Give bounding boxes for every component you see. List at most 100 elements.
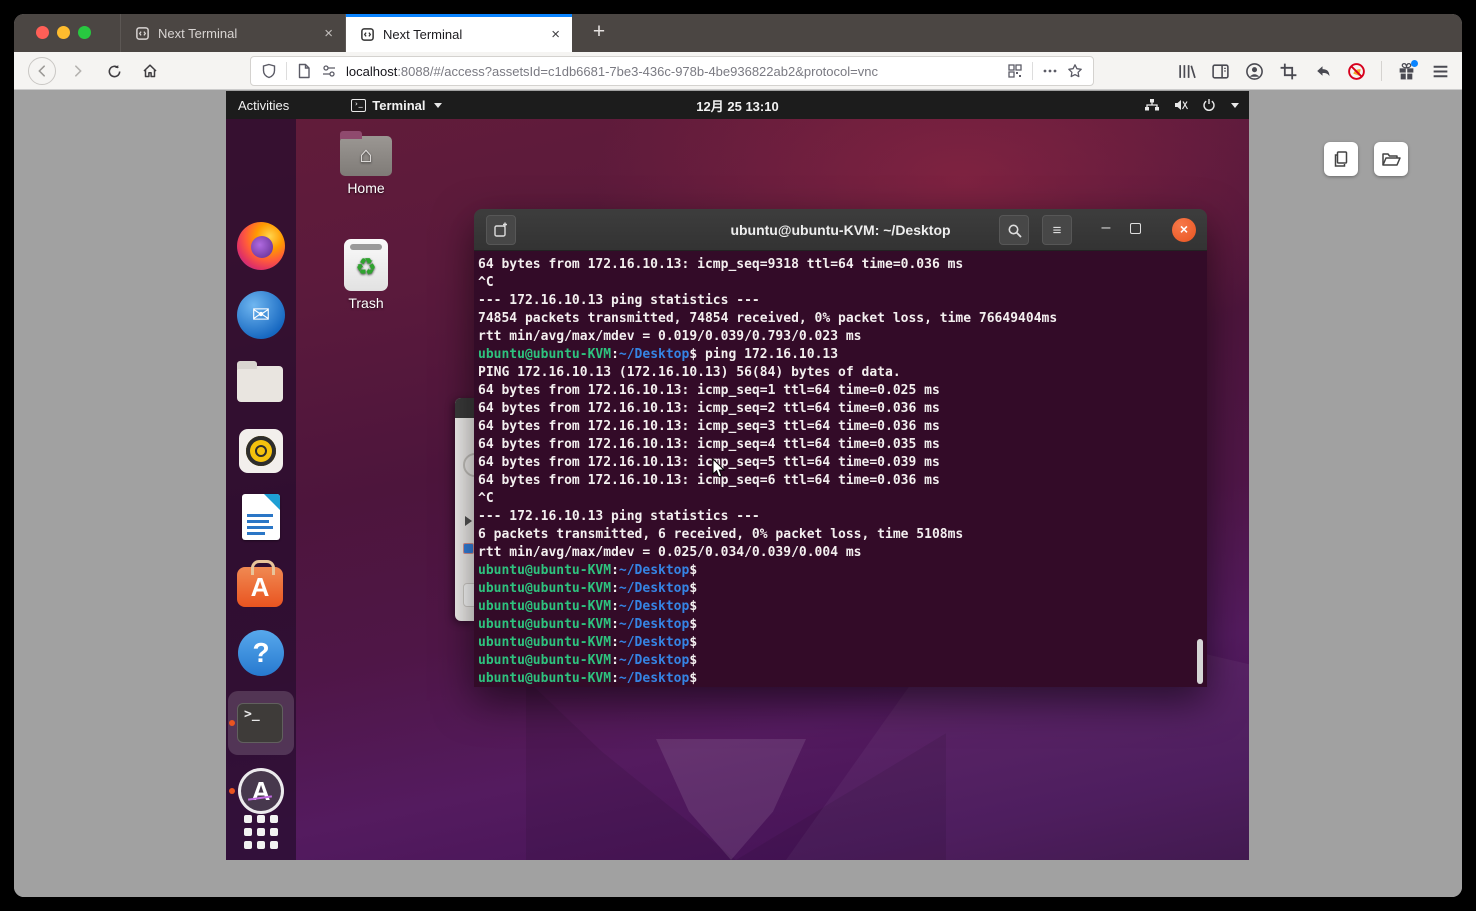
dock-item-app-grid[interactable] bbox=[244, 815, 292, 860]
ubuntu-software-icon: A bbox=[237, 567, 283, 607]
terminal-line: 64 bytes from 172.16.10.13: icmp_seq=5 t… bbox=[478, 454, 1201, 472]
rhythmbox-icon bbox=[239, 429, 283, 473]
gnome-top-bar: Activities ›_ Terminal 12月 25 13:10 bbox=[226, 91, 1249, 119]
activities-button[interactable]: Activities bbox=[238, 98, 289, 113]
dock-item-terminal[interactable]: >_ bbox=[237, 699, 285, 747]
toolbar-right-icons bbox=[1177, 57, 1450, 85]
terminal-line: ubuntu@ubuntu-KVM:~/Desktop$ bbox=[478, 580, 1201, 598]
background-window[interactable] bbox=[455, 398, 475, 621]
desktop-icon-home[interactable]: Home bbox=[324, 136, 408, 196]
file-manager-button[interactable] bbox=[1374, 142, 1408, 176]
thunderbird-icon: ✉ bbox=[237, 291, 285, 339]
desktop-icon-label: Home bbox=[324, 180, 408, 196]
back-button[interactable] bbox=[28, 57, 56, 85]
menu-icon[interactable] bbox=[1431, 62, 1450, 81]
sidebar-icon[interactable] bbox=[1211, 62, 1230, 81]
dock-item-ubuntu-software[interactable]: A bbox=[237, 561, 285, 609]
running-indicator-dot bbox=[229, 720, 235, 726]
small-blue-icon bbox=[463, 543, 474, 554]
terminal-line: ^C bbox=[478, 274, 1201, 292]
zoom-window-button[interactable] bbox=[78, 26, 91, 39]
tab-close-icon[interactable]: × bbox=[322, 25, 335, 42]
terminal-line: ubuntu@ubuntu-KVM:~/Desktop$ bbox=[478, 652, 1201, 670]
terminal-line: ubuntu@ubuntu-KVM:~/Desktop$ bbox=[478, 616, 1201, 634]
system-status-area[interactable] bbox=[1144, 98, 1239, 112]
undo-icon[interactable] bbox=[1313, 62, 1332, 81]
terminal-line: rtt min/avg/max/mdev = 0.025/0.034/0.039… bbox=[478, 544, 1201, 562]
url-host: localhost bbox=[346, 64, 397, 79]
terminal-line: rtt min/avg/max/mdev = 0.019/0.039/0.793… bbox=[478, 328, 1201, 346]
libreoffice-writer-icon bbox=[242, 494, 280, 540]
tab-strip: Next Terminal × Next Terminal × + bbox=[14, 14, 1462, 52]
terminal-search-button[interactable] bbox=[999, 215, 1029, 245]
minimize-window-button[interactable] bbox=[57, 26, 70, 39]
divider bbox=[1032, 62, 1033, 80]
reload-button[interactable] bbox=[100, 57, 128, 85]
terminal-line: 64 bytes from 172.16.10.13: icmp_seq=3 t… bbox=[478, 418, 1201, 436]
permissions-icon[interactable] bbox=[321, 63, 337, 79]
bookmark-star-icon[interactable] bbox=[1067, 63, 1083, 79]
dock-item-files[interactable] bbox=[237, 359, 285, 407]
url-text[interactable]: localhost:8088/#/access?assetsId=c1db668… bbox=[346, 64, 998, 79]
terminal-line: 74854 packets transmitted, 74854 receive… bbox=[478, 310, 1201, 328]
clock[interactable]: 12月 25 13:10 bbox=[696, 96, 778, 115]
browser-toolbar: localhost:8088/#/access?assetsId=c1db668… bbox=[14, 52, 1462, 90]
dropdown-caret-icon bbox=[1231, 103, 1239, 108]
account-icon[interactable] bbox=[1245, 62, 1264, 81]
tab-next-terminal-2[interactable]: Next Terminal × bbox=[346, 14, 572, 52]
page-actions-icon[interactable] bbox=[1042, 63, 1058, 79]
notification-dot bbox=[1411, 60, 1418, 67]
browser-window: Next Terminal × Next Terminal × + bbox=[14, 14, 1462, 897]
library-icon[interactable] bbox=[1177, 62, 1196, 81]
macos-window-controls bbox=[36, 26, 91, 39]
minimize-button[interactable]: – bbox=[1092, 215, 1120, 245]
terminal-titlebar[interactable]: ubuntu@ubuntu-KVM: ~/Desktop ≡ – × bbox=[474, 209, 1207, 251]
tab-label: Next Terminal bbox=[383, 27, 541, 42]
divider bbox=[1381, 61, 1382, 81]
next-terminal-favicon-icon bbox=[360, 27, 375, 42]
terminal-scrollbar[interactable] bbox=[1197, 639, 1203, 684]
tab-close-icon[interactable]: × bbox=[549, 26, 562, 43]
url-bar[interactable]: localhost:8088/#/access?assetsId=c1db668… bbox=[250, 56, 1094, 86]
terminal-line: --- 172.16.10.13 ping statistics --- bbox=[478, 508, 1201, 526]
desktop-icon-trash[interactable]: Trash bbox=[324, 239, 408, 311]
dock-item-circle-a-app[interactable]: A bbox=[237, 767, 285, 815]
mouse-cursor bbox=[712, 458, 727, 479]
volume-muted-icon bbox=[1173, 98, 1189, 112]
terminal-line: ubuntu@ubuntu-KVM:~/Desktop$ bbox=[478, 670, 1201, 687]
maximize-button[interactable] bbox=[1130, 223, 1141, 234]
app-menu[interactable]: ›_ Terminal bbox=[351, 98, 441, 113]
dock-item-libreoffice-writer[interactable] bbox=[237, 494, 285, 542]
dock-item-firefox[interactable] bbox=[237, 222, 285, 270]
clipboard-button[interactable] bbox=[1324, 142, 1358, 176]
firefox-icon bbox=[237, 222, 285, 270]
qr-icon[interactable] bbox=[1007, 63, 1023, 79]
blocked-icon[interactable] bbox=[1347, 62, 1366, 81]
close-button[interactable]: × bbox=[1172, 218, 1196, 242]
dock-item-rhythmbox[interactable] bbox=[237, 427, 285, 475]
terminal-output[interactable]: 64 bytes from 172.16.10.13: icmp_seq=931… bbox=[474, 251, 1207, 687]
search-icon bbox=[1007, 223, 1022, 238]
terminal-line: 64 bytes from 172.16.10.13: icmp_seq=931… bbox=[478, 256, 1201, 274]
back-icon bbox=[35, 64, 49, 78]
page-icon[interactable] bbox=[296, 63, 312, 79]
screenshot-icon[interactable] bbox=[1279, 62, 1298, 81]
dock-item-help[interactable]: ? bbox=[237, 629, 285, 677]
url-path: :8088/#/access?assetsId=c1db6681-7be3-43… bbox=[397, 64, 878, 79]
terminal-menu-button[interactable]: ≡ bbox=[1042, 215, 1072, 245]
tab-next-terminal-1[interactable]: Next Terminal × bbox=[120, 14, 346, 52]
terminal-line: ^C bbox=[478, 490, 1201, 508]
new-tab-button[interactable]: + bbox=[584, 18, 614, 48]
terminal-mini-icon: ›_ bbox=[351, 99, 366, 112]
home-button[interactable] bbox=[136, 57, 164, 85]
dock-item-thunderbird[interactable]: ✉ bbox=[237, 291, 285, 339]
dock: ✉ A ? >_ A bbox=[226, 119, 296, 860]
tabs: Next Terminal × Next Terminal × bbox=[120, 14, 572, 52]
desktop-icon-label: Trash bbox=[324, 295, 408, 311]
forward-button[interactable] bbox=[64, 57, 92, 85]
close-window-button[interactable] bbox=[36, 26, 49, 39]
terminal-window[interactable]: ubuntu@ubuntu-KVM: ~/Desktop ≡ – × 64 by… bbox=[474, 209, 1207, 687]
divider bbox=[286, 62, 287, 80]
vnc-canvas[interactable]: Activities ›_ Terminal 12月 25 13:10 bbox=[226, 91, 1249, 860]
shield-icon[interactable] bbox=[261, 63, 277, 79]
